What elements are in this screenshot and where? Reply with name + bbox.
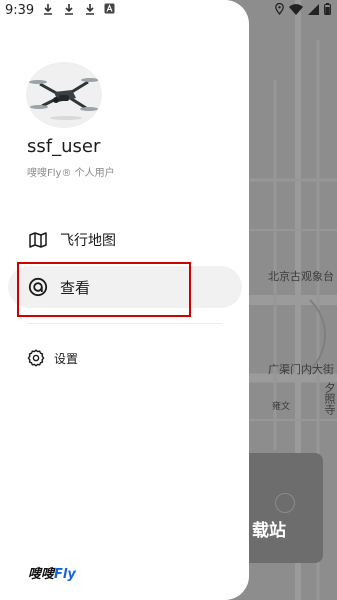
signal-icon (308, 3, 319, 18)
status-time: 9:39 (5, 3, 35, 18)
gear-icon (26, 348, 46, 368)
brand-logo: 嗖嗖Fly (28, 563, 76, 582)
map-icon (27, 229, 49, 251)
status-right-icons (275, 2, 331, 18)
menu-item-flight-map[interactable]: 飞行地图 (0, 220, 249, 260)
app-a-icon (104, 3, 115, 17)
map-card-text: 载站 (252, 521, 286, 541)
map-card-circle-icon (275, 493, 295, 513)
brand-suffix: Fly (54, 567, 76, 582)
menu-item-label: 设置 (54, 351, 79, 366)
map-label-street: 广渠门内大街 (268, 363, 334, 376)
username: ssf_user (27, 136, 101, 157)
menu-item-label: 飞行地图 (60, 233, 116, 249)
drone-icon (28, 64, 100, 126)
download-icon (42, 3, 54, 19)
highlight-box (17, 262, 191, 317)
brand-prefix: 嗖嗖 (28, 567, 55, 582)
status-bar: 9:39 (0, 0, 337, 24)
location-icon (275, 2, 284, 18)
map-label-observatory: 北京古观象台 (268, 270, 334, 283)
menu-item-settings[interactable]: 设置 (0, 338, 249, 378)
account-type: 嗖嗖Fly® 个人用户 (27, 168, 115, 179)
wifi-icon (289, 3, 303, 18)
download-icon (63, 3, 75, 19)
map-label-small: 雍文 (272, 402, 291, 412)
avatar[interactable] (26, 62, 102, 128)
battery-icon (324, 3, 331, 18)
download-icon (84, 3, 96, 19)
divider (27, 323, 222, 324)
map-label-vertical: 夕照寺 (323, 382, 336, 415)
